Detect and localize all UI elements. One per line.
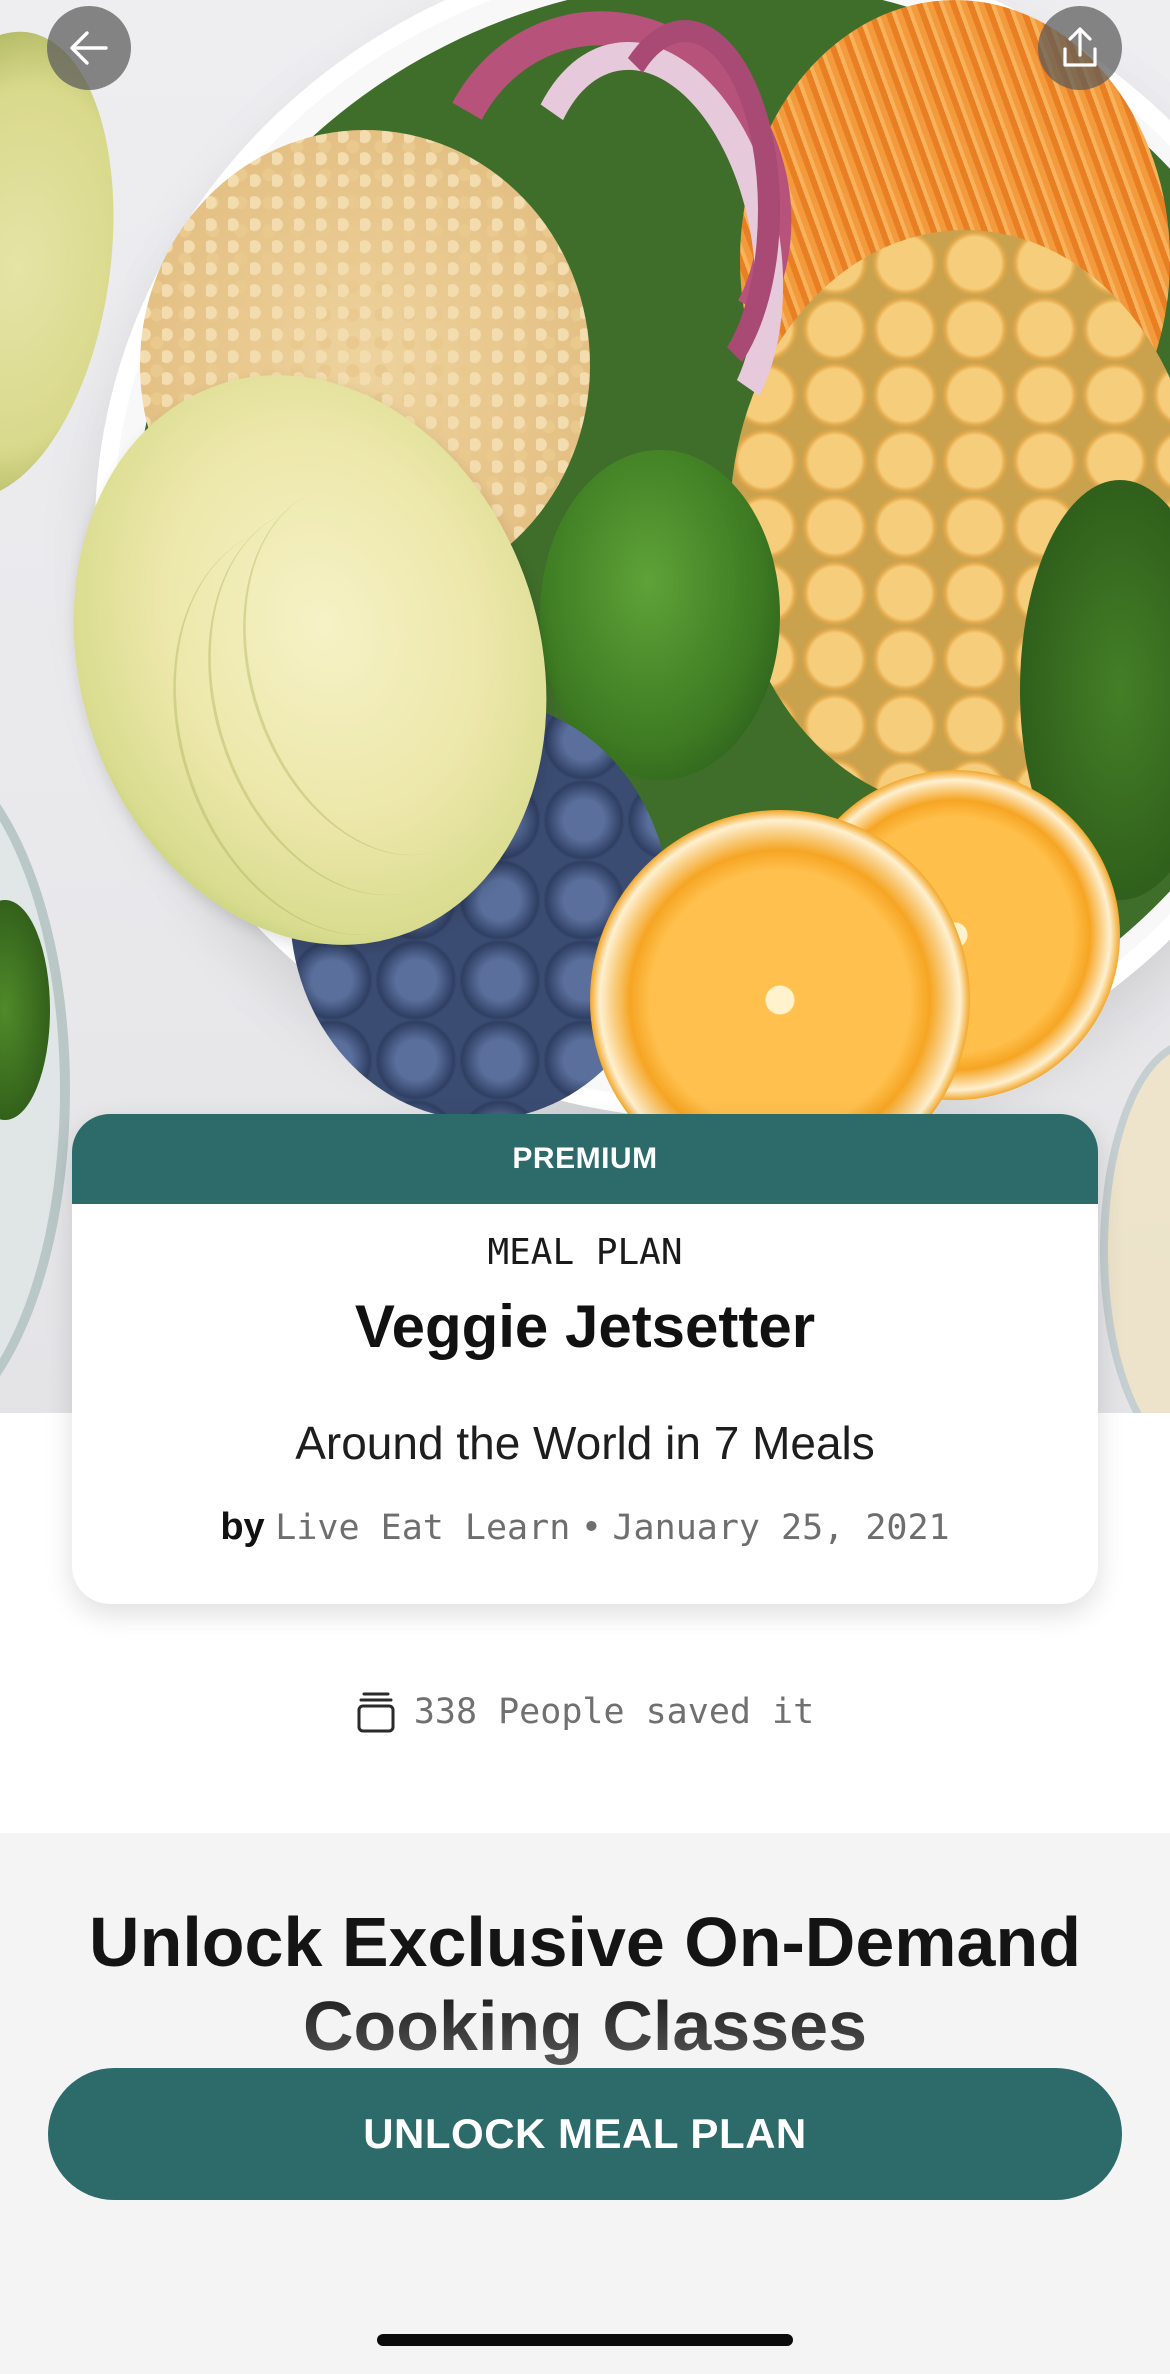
saved-count: 338 People saved it (0, 1690, 1170, 1734)
red-onion-slice (590, 20, 780, 400)
share-button[interactable] (1038, 6, 1122, 90)
promo-fade-overlay (0, 1980, 1170, 2080)
by-label: by (220, 1506, 265, 1548)
page-title: Veggie Jetsetter (354, 1293, 816, 1360)
back-button[interactable] (47, 6, 131, 90)
byline-separator: • (580, 1508, 602, 1548)
side-jar-right (1100, 1040, 1170, 1413)
saved-count-text: 338 People saved it (413, 1692, 815, 1732)
content-type-label: MEAL PLAN (487, 1232, 683, 1273)
share-upload-icon (1063, 27, 1097, 67)
byline: by Live Eat Learn • January 25, 2021 (72, 1506, 1098, 1549)
premium-badge: PREMIUM (72, 1114, 1098, 1204)
saved-stack-icon (357, 1692, 395, 1733)
unlock-meal-plan-button[interactable]: UNLOCK MEAL PLAN (48, 2068, 1122, 2200)
page-subtitle: Around the World in 7 Meals (295, 1417, 875, 1469)
publish-date: January 25, 2021 (612, 1508, 950, 1548)
author-link[interactable]: Live Eat Learn (275, 1508, 570, 1548)
home-indicator (377, 2334, 793, 2346)
meal-plan-card: PREMIUM MEAL PLAN Veggie Jetsetter Aroun… (72, 1114, 1098, 1604)
arrow-left-icon (70, 31, 108, 65)
